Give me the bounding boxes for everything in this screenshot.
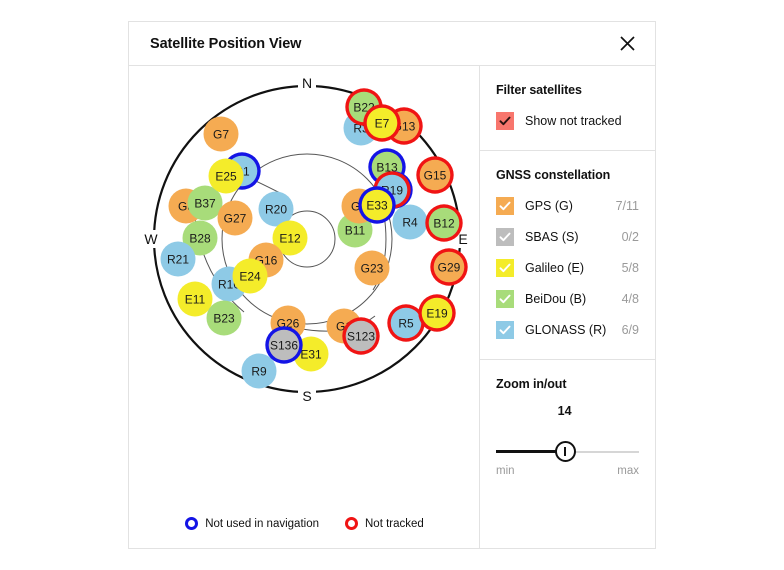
checkmark-icon [496,259,514,277]
satellite-disc [268,329,300,361]
satellite-disc [390,307,422,339]
satellite-marker-e33[interactable]: E33 [358,186,396,224]
checkmark-icon [496,197,514,215]
satellite-disc [419,159,451,191]
slider-thumb[interactable] [554,441,576,462]
satellite-marker-g23[interactable]: G23 [354,250,390,286]
dialog-titlebar: Satellite Position View [129,22,655,66]
satellite-marker-r9[interactable]: R9 [241,353,277,389]
satellite-marker-g15[interactable]: G15 [416,156,454,194]
satellite-marker-g7[interactable]: G7 [203,116,239,152]
satellite-plot-panel: NESWR3G7R1G8R20R4B11B28E12R21G23R10E11B2… [129,66,480,548]
slider-endpoint-labels: min max [496,465,639,477]
satellite-marker-r21[interactable]: R21 [160,241,196,277]
checkbox-label: Show not tracked [525,114,622,128]
satellite-marker-b23[interactable]: B23 [206,300,242,336]
satellite-marker-e24[interactable]: E24 [232,258,268,294]
satellite-marker-e11[interactable]: E11 [177,281,213,317]
zoom-panel: Zoom in/out 14 min max [480,360,655,491]
constellation-label: SBAS (S) [525,230,579,244]
constellation-label: Galileo (E) [525,261,585,275]
satellite-disc [217,200,253,236]
compass-label-e: E [458,231,467,247]
constellation-panel-title: GNSS constellation [496,168,611,182]
sidebar: Filter satellites Show not tracked GNSS … [480,66,655,548]
checkmark-icon [496,321,514,339]
slider-max-label: max [617,465,639,477]
constellation-count: 4/8 [621,292,639,306]
satellite-marker-e25[interactable]: E25 [208,158,244,194]
slider-min-label: min [496,465,515,477]
page-title: Satellite Position View [150,35,302,52]
gnss-constellation-panel: GNSS constellation GPS (G) 7/11 SBAS (S) [480,151,655,360]
satellite-marker-g27[interactable]: G27 [217,200,253,236]
not-used-ring-icon [185,517,199,530]
screen-root: Satellite Position View NESWR3G7R1G8R20R… [0,0,784,570]
skyplot-svg[interactable]: NESWR3G7R1G8R20R4B11B28E12R21G23R10E11B2… [129,66,480,486]
not-tracked-ring-icon [345,517,358,530]
satellite-disc [241,353,277,389]
plot-legend: Not used in navigation Not tracked [129,517,480,530]
legend-item: Not used in navigation [185,517,319,530]
constellation-row-sbas[interactable]: SBAS (S) 0/2 [496,226,639,248]
zoom-value-holder: 14 [496,404,639,421]
constellation-row-gps[interactable]: GPS (G) 7/11 [496,195,639,217]
checkmark-icon [496,112,514,130]
satellite-disc [433,251,465,283]
satellite-position-dialog: Satellite Position View NESWR3G7R1G8R20R… [128,21,656,549]
legend-item: Not tracked [345,517,424,530]
checkmark-icon [496,228,514,246]
constellation-count: 5/8 [621,261,639,275]
zoom-panel-title: Zoom in/out [496,377,567,391]
satellite-disc [361,189,393,221]
zoom-slider[interactable] [496,425,639,465]
constellation-row-galileo[interactable]: Galileo (E) 5/8 [496,257,639,279]
zoom-value: 14 [557,404,572,418]
satellite-disc [345,320,377,352]
constellation-count: 0/2 [621,230,639,244]
compass-label-w: W [144,231,158,247]
constellation-count: 6/9 [621,323,639,337]
checkmark-icon [496,290,514,308]
satellite-marker-e7[interactable]: E7 [363,104,401,142]
constellation-row-glonass[interactable]: GLONASS (R) 6/9 [496,319,639,341]
constellation-label: GPS (G) [525,199,573,213]
close-icon [619,35,636,52]
legend-label: Not tracked [365,517,424,530]
satellite-disc [354,250,390,286]
satellite-marker-s123[interactable]: S123 [342,317,380,355]
satellite-disc [160,241,196,277]
satellite-marker-r4[interactable]: R4 [392,204,428,240]
constellation-label: BeiDou (B) [525,292,587,306]
constellation-label: GLONASS (R) [525,323,607,337]
close-button[interactable] [613,30,641,58]
filter-satellites-panel: Filter satellites Show not tracked [480,66,655,151]
dialog-body: NESWR3G7R1G8R20R4B11B28E12R21G23R10E11B2… [129,66,655,548]
constellation-row-beidou[interactable]: BeiDou (B) 4/8 [496,288,639,310]
satellite-marker-g29[interactable]: G29 [430,248,468,286]
satellite-disc [206,300,242,336]
filter-panel-title: Filter satellites [496,83,582,97]
satellite-disc [428,207,460,239]
satellite-marker-s136[interactable]: S136 [265,326,303,364]
legend-label: Not used in navigation [205,517,319,530]
satellite-disc [232,258,268,294]
checkbox-show-not-tracked[interactable]: Show not tracked [496,110,639,132]
satellite-marker-e19[interactable]: E19 [418,294,456,332]
compass-label-s: S [302,388,311,404]
satellite-disc [208,158,244,194]
satellite-disc [392,204,428,240]
satellite-disc [203,116,239,152]
satellite-disc [366,107,398,139]
satellite-disc [421,297,453,329]
constellation-count: 7/11 [615,199,639,213]
satellite-disc [177,281,213,317]
compass-label-n: N [302,75,312,91]
satellite-marker-b12[interactable]: B12 [425,204,463,242]
